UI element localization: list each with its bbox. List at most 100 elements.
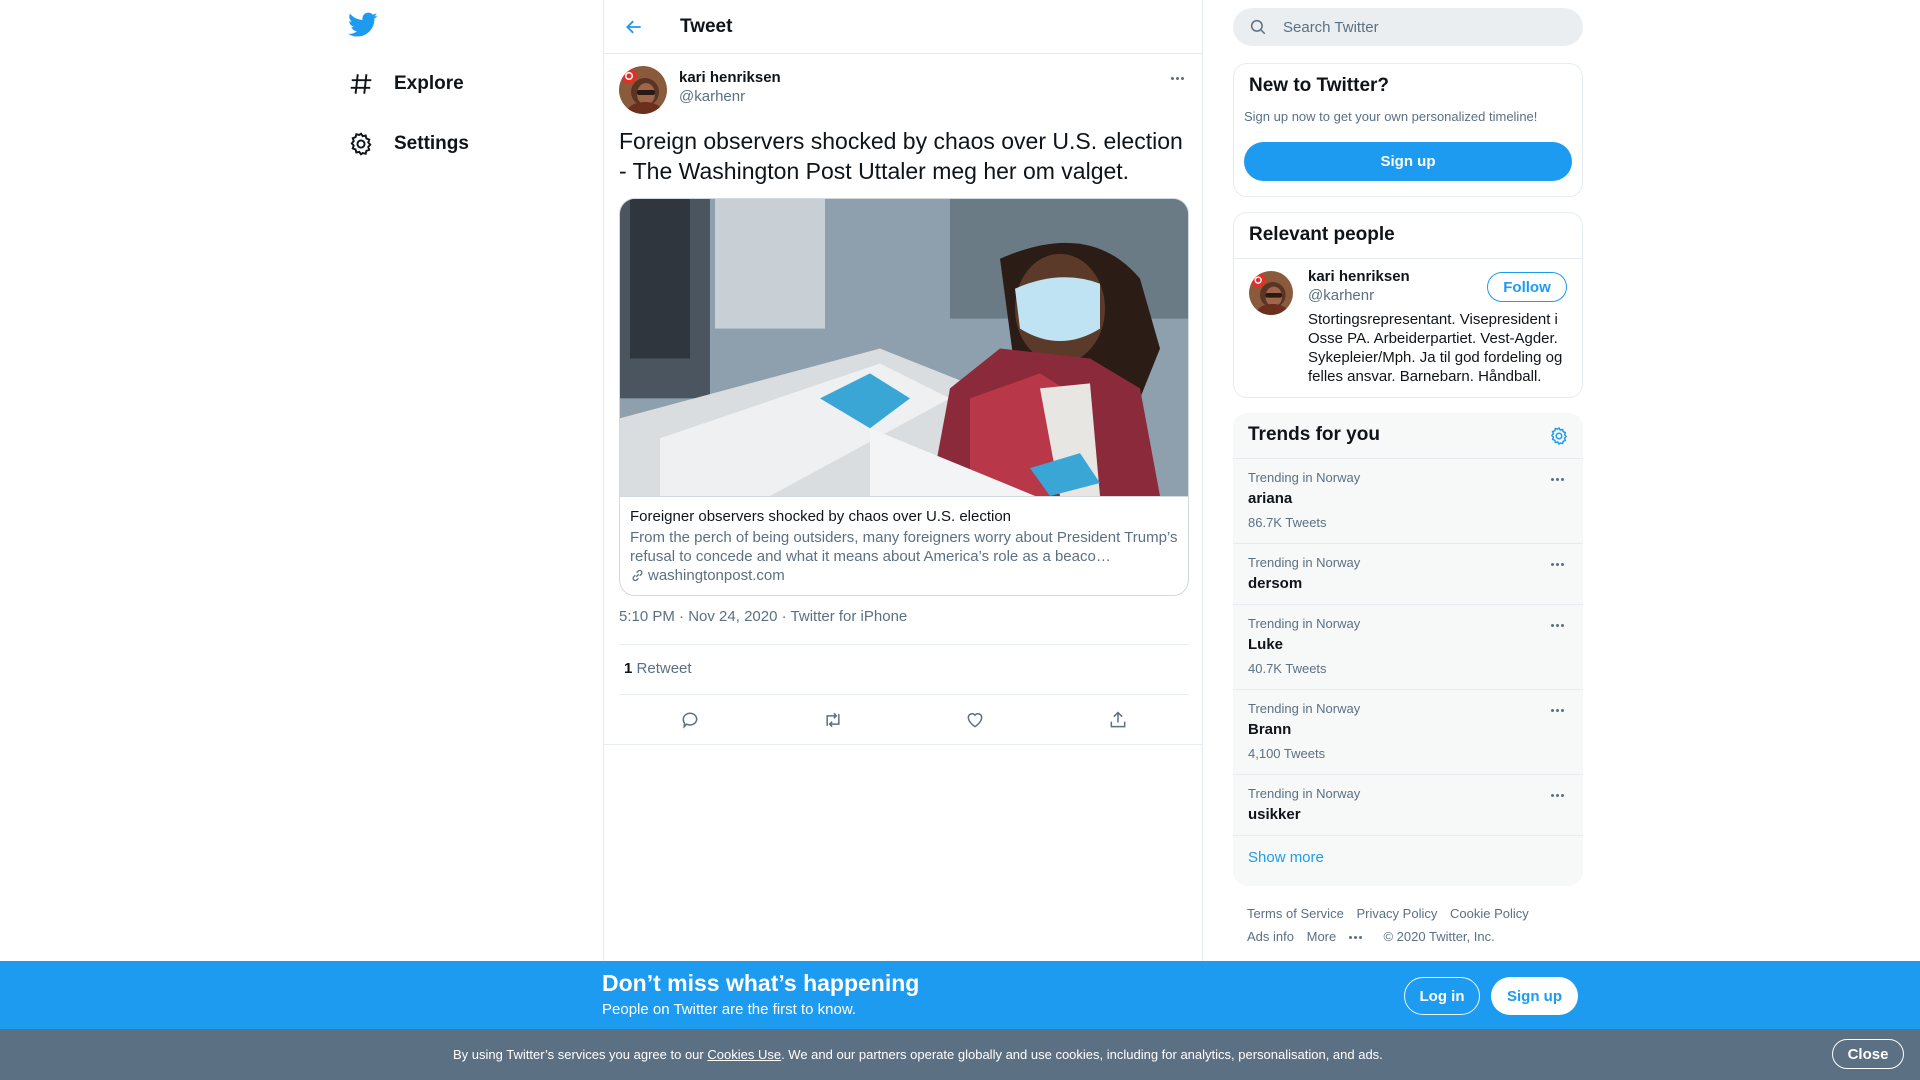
new-to-twitter-subtitle: Sign up now to get your own personalized… bbox=[1244, 109, 1538, 124]
more-dots-icon bbox=[1550, 562, 1564, 566]
trend-count: 86.7K Tweets bbox=[1248, 515, 1327, 530]
follow-button[interactable]: Follow bbox=[1487, 272, 1567, 302]
trends-panel: Trends for you Trending in Norway ariana… bbox=[1233, 413, 1583, 886]
more-dots-icon bbox=[1550, 623, 1564, 627]
cookie-bar: By using Twitter’s services you agree to… bbox=[0, 1029, 1920, 1080]
card-image bbox=[620, 199, 1188, 497]
gear-icon bbox=[350, 132, 372, 156]
cookies-use-link[interactable]: Cookies Use bbox=[707, 1047, 781, 1062]
ads-info-link[interactable]: Ads info bbox=[1247, 929, 1294, 944]
back-button[interactable] bbox=[616, 9, 652, 45]
trend-more-button[interactable] bbox=[1545, 615, 1569, 635]
nav-explore-label: Explore bbox=[394, 73, 464, 94]
card-body: Foreigner observers shocked by chaos ove… bbox=[620, 497, 1188, 594]
trend-item[interactable]: Trending in Norway usikker bbox=[1233, 775, 1583, 836]
arrow-left-icon bbox=[626, 20, 641, 33]
trend-more-button[interactable] bbox=[1545, 469, 1569, 489]
copyright: © 2020 Twitter, Inc. bbox=[1383, 929, 1495, 944]
tweet-author: kari henriksen @karhenr bbox=[619, 66, 1189, 114]
nav-settings[interactable]: Settings bbox=[348, 124, 469, 164]
cookie-close-button[interactable]: Close bbox=[1832, 1039, 1904, 1069]
signup-button[interactable]: Sign up bbox=[1244, 142, 1572, 181]
trend-item[interactable]: Trending in Norway Brann 4,100 Tweets bbox=[1233, 690, 1583, 775]
banner-subtitle: People on Twitter are the first to know. bbox=[602, 1001, 857, 1018]
retweet-icon bbox=[826, 712, 840, 728]
twitter-bird-icon[interactable] bbox=[348, 12, 386, 42]
heart-icon bbox=[967, 713, 983, 728]
tweet-timestamp: 5:10 PM · Nov 24, 2020 · Twitter for iPh… bbox=[619, 608, 907, 625]
trend-name: usikker bbox=[1248, 806, 1301, 823]
divider bbox=[619, 694, 1189, 695]
share-button[interactable] bbox=[1100, 702, 1136, 738]
privacy-link[interactable]: Privacy Policy bbox=[1356, 906, 1437, 921]
card-title: Foreigner observers shocked by chaos ove… bbox=[630, 508, 1012, 525]
card-domain-text: washingtonpost.com bbox=[648, 567, 785, 584]
footer-more-label: More bbox=[1306, 929, 1337, 944]
trends-settings-button[interactable] bbox=[1547, 424, 1571, 448]
retweet-stats[interactable]: 1 Retweet bbox=[624, 660, 692, 677]
cookie-text-after: . We and our partners operate globally a… bbox=[781, 1047, 1383, 1062]
nav-explore[interactable]: Explore bbox=[348, 64, 464, 104]
divider bbox=[619, 644, 1189, 645]
person-handle[interactable]: @karhenr bbox=[1308, 287, 1374, 304]
more-dots-icon bbox=[1348, 936, 1362, 940]
cookie-text: By using Twitter’s services you agree to… bbox=[453, 1047, 1383, 1062]
trend-context: Trending in Norway bbox=[1248, 786, 1361, 801]
new-to-twitter-panel: New to Twitter? Sign up now to get your … bbox=[1233, 63, 1583, 197]
page-title: Tweet bbox=[680, 15, 733, 37]
search-input[interactable] bbox=[1283, 18, 1563, 36]
trend-more-button[interactable] bbox=[1545, 554, 1569, 574]
more-dots-icon bbox=[1550, 708, 1564, 712]
nav-settings-label: Settings bbox=[394, 133, 469, 154]
divider bbox=[1234, 258, 1582, 259]
trend-context: Trending in Norway bbox=[1248, 701, 1361, 716]
footer-links: Terms of Service Privacy Policy Cookie P… bbox=[1247, 902, 1577, 948]
person-name[interactable]: kari henriksen bbox=[1308, 268, 1410, 285]
search-box[interactable] bbox=[1233, 8, 1583, 46]
show-more-link[interactable]: Show more bbox=[1248, 849, 1324, 866]
banner-signup-button[interactable]: Sign up bbox=[1491, 977, 1578, 1015]
tweet-more-button[interactable] bbox=[1165, 68, 1189, 88]
trend-name: Luke bbox=[1248, 636, 1284, 653]
trends-title: Trends for you bbox=[1248, 424, 1380, 445]
divider bbox=[604, 744, 1202, 745]
new-to-twitter-title: New to Twitter? bbox=[1249, 75, 1390, 96]
search-icon bbox=[1250, 19, 1266, 35]
login-button[interactable]: Log in bbox=[1404, 977, 1480, 1015]
author-name[interactable]: kari henriksen bbox=[679, 69, 781, 86]
avatar[interactable] bbox=[1249, 271, 1293, 315]
more-dots-icon bbox=[1550, 477, 1564, 481]
trend-count: 40.7K Tweets bbox=[1248, 661, 1327, 676]
relevant-people-panel: Relevant people kari henriksen @karhenr … bbox=[1233, 212, 1583, 398]
cookie-text-before: By using Twitter’s services you agree to… bbox=[453, 1047, 708, 1062]
time-separator: · bbox=[679, 608, 685, 625]
card-description: From the perch of being outsiders, many … bbox=[630, 529, 1178, 565]
trend-name: ariana bbox=[1248, 490, 1293, 507]
cookie-policy-link[interactable]: Cookie Policy bbox=[1450, 906, 1529, 921]
tweet-date: Nov 24, 2020 bbox=[688, 608, 778, 625]
link-preview-card[interactable]: Foreigner observers shocked by chaos ove… bbox=[619, 198, 1189, 596]
terms-link[interactable]: Terms of Service bbox=[1247, 906, 1344, 921]
more-dots-icon bbox=[1550, 793, 1564, 797]
trend-item[interactable]: Trending in Norway dersom bbox=[1233, 544, 1583, 605]
tweet-text: Foreign observers shocked by chaos over … bbox=[619, 128, 1183, 184]
avatar[interactable] bbox=[619, 66, 667, 114]
tweet-detail-column: Tweet kari henriksen @karhenr Foreign ob… bbox=[603, 0, 1203, 1080]
signup-banner: Don’t miss what’s happening People on Tw… bbox=[0, 961, 1920, 1029]
trend-more-button[interactable] bbox=[1545, 785, 1569, 805]
trend-more-button[interactable] bbox=[1545, 700, 1569, 720]
tweet-source-link[interactable]: Twitter for iPhone bbox=[791, 608, 908, 625]
tweet-actions bbox=[619, 700, 1189, 740]
tweet-time-link[interactable]: 5:10 PM · Nov 24, 2020 bbox=[619, 608, 777, 625]
card-domain: washingtonpost.com bbox=[630, 567, 1178, 584]
footer-more-link[interactable]: More bbox=[1307, 929, 1371, 944]
retweet-button[interactable] bbox=[815, 702, 851, 738]
tweet-header: Tweet bbox=[604, 0, 1202, 54]
like-button[interactable] bbox=[957, 702, 993, 738]
retweet-label: Retweet bbox=[636, 660, 692, 677]
author-handle[interactable]: @karhenr bbox=[679, 88, 745, 105]
reply-button[interactable] bbox=[672, 702, 708, 738]
hashtag-icon bbox=[350, 74, 372, 94]
trend-item[interactable]: Trending in Norway ariana 86.7K Tweets bbox=[1233, 459, 1583, 544]
trend-item[interactable]: Trending in Norway Luke 40.7K Tweets bbox=[1233, 605, 1583, 690]
